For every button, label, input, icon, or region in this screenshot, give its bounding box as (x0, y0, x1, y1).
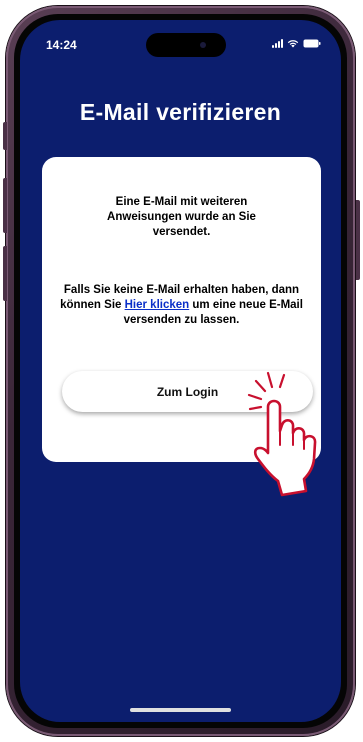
mute-switch (3, 122, 7, 150)
pointing-hand-icon (247, 371, 317, 497)
volume-down-button (3, 246, 7, 301)
wifi-icon (287, 40, 299, 48)
status-icons (272, 39, 321, 48)
stage: 14:24 E-Mail verifizieren Eine E-Mail mi… (0, 0, 363, 742)
volume-up-button (3, 178, 7, 233)
resend-email-link[interactable]: Hier klicken (125, 299, 190, 311)
resend-message: Falls Sie keine E-Mail erhalten haben, d… (56, 283, 307, 328)
power-button (356, 200, 360, 280)
home-indicator[interactable] (130, 708, 231, 712)
signal-icon (272, 39, 283, 48)
status-time: 14:24 (46, 38, 77, 52)
page-title: E-Mail verifizieren (79, 99, 282, 125)
dynamic-island (146, 33, 226, 57)
battery-icon (303, 39, 321, 48)
camera-dot (200, 42, 206, 48)
email-sent-message: Eine E-Mail mit weiteren Anweisungen wur… (107, 196, 256, 238)
